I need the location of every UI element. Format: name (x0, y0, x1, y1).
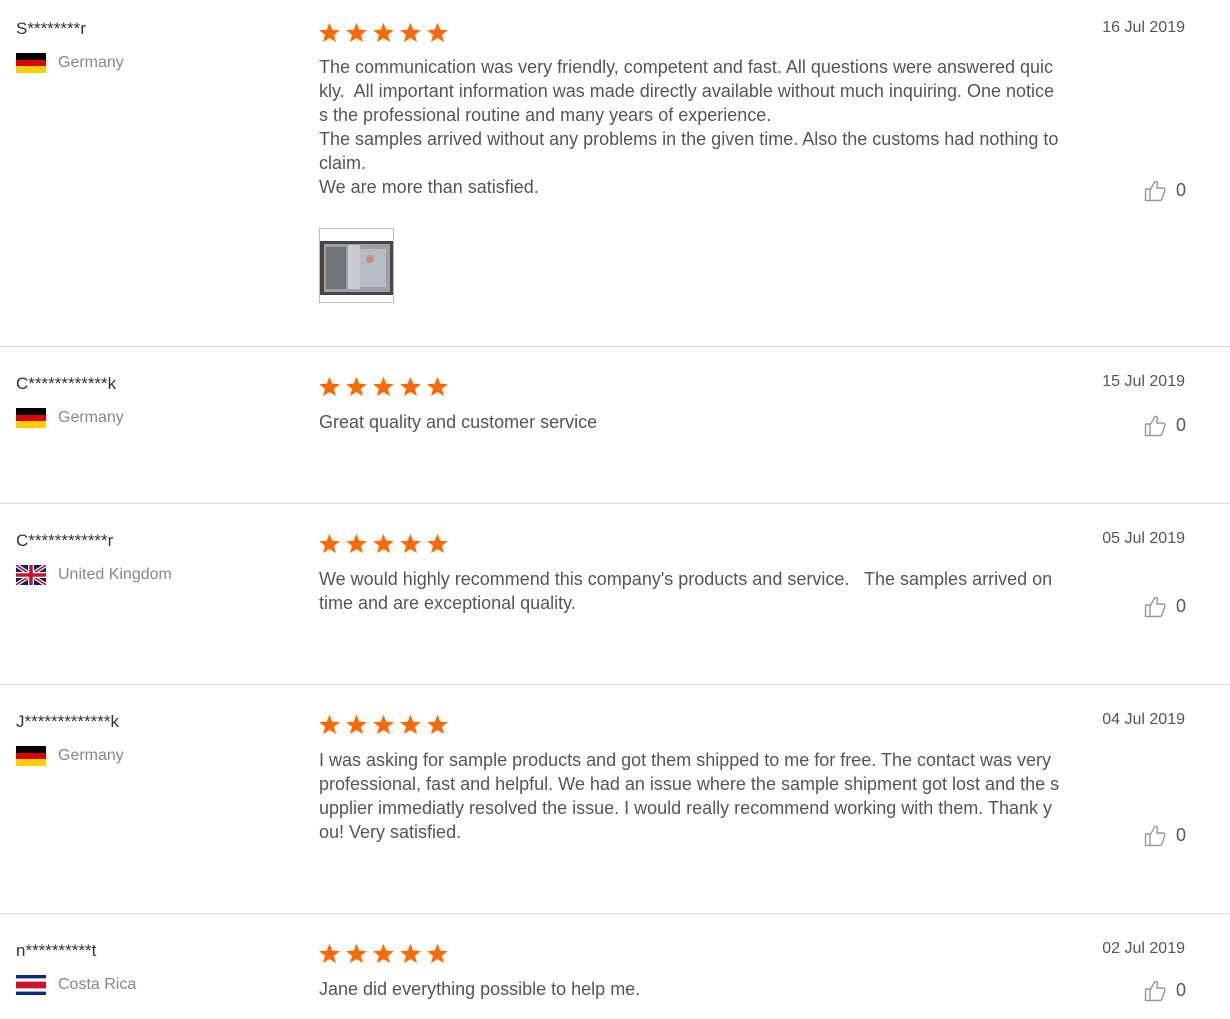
review-date: 02 Jul 2019 (1102, 940, 1185, 957)
review-text: The communication was very friendly, com… (319, 57, 1059, 197)
star-icon (345, 533, 368, 555)
united-kingdom-flag (16, 565, 46, 585)
review-item: J*************k Germany I was asking for… (0, 685, 1230, 914)
star-icon (345, 943, 368, 965)
star-icon (372, 376, 395, 398)
buyer-name: S********r (16, 19, 86, 38)
star-icon (318, 376, 341, 398)
buyer-country: Costa Rica (16, 974, 136, 996)
star-icon (372, 943, 395, 965)
like-button[interactable]: 0 (1144, 823, 1186, 847)
like-button[interactable]: 0 (1144, 413, 1186, 437)
country-name: United Kingdom (58, 566, 172, 583)
review-date: 16 Jul 2019 (1102, 19, 1185, 36)
germany-flag (16, 746, 46, 766)
review-text: I was asking for sample products and got… (319, 750, 1060, 842)
star-icon (399, 714, 422, 736)
star-icon (318, 714, 341, 736)
star-icon (318, 943, 341, 965)
buyer-name: n**********t (16, 941, 97, 960)
buyer-name: C************r (16, 531, 114, 550)
review-photo-thumbnail (320, 229, 393, 302)
buyer-country: Germany (16, 407, 124, 429)
star-rating (318, 943, 449, 965)
review-photo[interactable] (319, 228, 394, 303)
review-item: S********r Germany The communication was… (0, 0, 1230, 347)
star-icon (372, 22, 395, 44)
thumbs-up-icon (1144, 823, 1166, 847)
germany-flag (16, 53, 46, 73)
like-count: 0 (1175, 979, 1186, 1000)
star-icon (426, 376, 449, 398)
buyer-name: J*************k (16, 712, 120, 731)
star-icon (426, 533, 449, 555)
star-icon (426, 22, 449, 44)
star-icon (372, 714, 395, 736)
like-count: 0 (1175, 414, 1186, 435)
review-date: 15 Jul 2019 (1102, 373, 1185, 390)
thumbs-up-icon (1144, 978, 1166, 1002)
costa-rica-flag (16, 975, 46, 995)
star-rating (318, 22, 449, 44)
country-name: Germany (58, 409, 124, 426)
thumbs-up-icon (1144, 178, 1166, 202)
like-count: 0 (1175, 595, 1186, 616)
star-icon (399, 943, 422, 965)
germany-flag (16, 408, 46, 428)
thumbs-up-icon (1144, 594, 1166, 618)
star-icon (426, 714, 449, 736)
star-rating (318, 376, 449, 398)
buyer-country: United Kingdom (16, 564, 172, 586)
star-icon (426, 943, 449, 965)
review-text: Great quality and customer service (319, 412, 598, 432)
like-count: 0 (1175, 179, 1186, 200)
star-icon (372, 533, 395, 555)
review-text: Jane did everything possible to help me. (319, 979, 641, 999)
like-button[interactable]: 0 (1144, 178, 1186, 202)
buyer-name: C************k (16, 374, 117, 393)
star-icon (345, 22, 368, 44)
review-date: 05 Jul 2019 (1102, 530, 1185, 547)
star-icon (345, 376, 368, 398)
country-name: Germany (58, 54, 124, 71)
like-button[interactable]: 0 (1144, 594, 1186, 618)
like-count: 0 (1175, 824, 1186, 845)
like-button[interactable]: 0 (1144, 978, 1186, 1002)
review-item: n**********t Costa Rica Jane did everyth… (0, 914, 1230, 1019)
star-icon (318, 22, 341, 44)
buyer-country: Germany (16, 745, 124, 767)
review-date: 04 Jul 2019 (1102, 711, 1185, 728)
star-icon (399, 22, 422, 44)
star-icon (399, 376, 422, 398)
review-item: C************k Germany Great quality and… (0, 347, 1230, 504)
thumbs-up-icon (1144, 413, 1166, 437)
star-rating (318, 714, 449, 736)
star-icon (318, 533, 341, 555)
buyer-country: Germany (16, 52, 124, 74)
review-text: We would highly recommend this company's… (319, 569, 1058, 613)
country-name: Germany (58, 747, 124, 764)
star-icon (345, 714, 368, 736)
review-item: C************r United Kingdom We would h… (0, 504, 1230, 685)
country-name: Costa Rica (58, 976, 137, 993)
star-icon (399, 533, 422, 555)
star-rating (318, 533, 449, 555)
